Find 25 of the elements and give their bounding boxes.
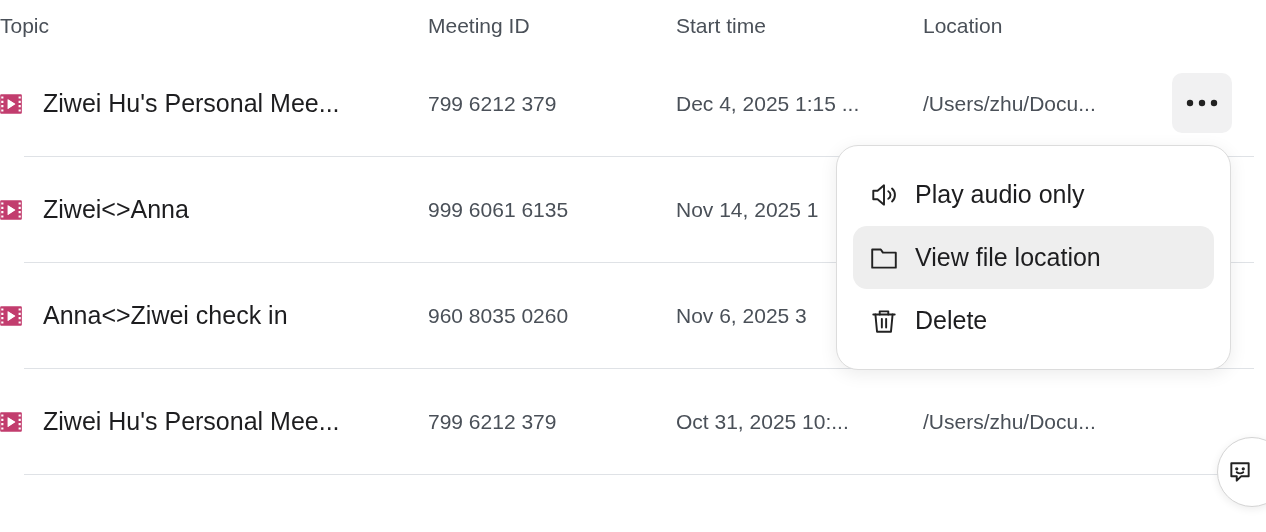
column-header[interactable]: Topic bbox=[0, 13, 428, 38]
meeting-topic: Ziwei Hu's Personal Mee... bbox=[43, 407, 340, 436]
menu-item[interactable]: View file location bbox=[853, 226, 1214, 289]
meeting-id: 799 6212 379 bbox=[428, 91, 557, 116]
file-location: /Users/zhu/Docu... bbox=[923, 409, 1096, 434]
column-header[interactable]: Start time bbox=[676, 13, 923, 38]
meeting-topic: Ziwei<>Anna bbox=[43, 195, 189, 224]
start-time: Nov 6, 2025 3 bbox=[676, 303, 807, 328]
start-time: Dec 4, 2025 1:15 ... bbox=[676, 91, 860, 116]
feedback-button[interactable] bbox=[1217, 437, 1266, 507]
more-button[interactable] bbox=[1172, 73, 1232, 133]
feedback-icon bbox=[1227, 459, 1253, 485]
meeting-id: 799 6212 379 bbox=[428, 409, 557, 434]
column-header[interactable]: Meeting ID bbox=[428, 13, 676, 38]
more-icon bbox=[1186, 99, 1218, 107]
meeting-topic: Ziwei Hu's Personal Mee... bbox=[43, 89, 340, 118]
column-header[interactable]: Location bbox=[923, 13, 1254, 38]
start-time: Nov 14, 2025 1 bbox=[676, 197, 819, 222]
meeting-id: 999 6061 6135 bbox=[428, 197, 569, 222]
menu-item[interactable]: Play audio only bbox=[853, 163, 1214, 226]
start-time: Oct 31, 2025 10:... bbox=[676, 409, 849, 434]
meeting-topic: Anna<>Ziwei check in bbox=[43, 301, 288, 330]
file-location: /Users/zhu/Docu... bbox=[923, 91, 1096, 116]
menu-item[interactable]: Delete bbox=[853, 289, 1214, 352]
meeting-id: 960 8035 0260 bbox=[428, 303, 569, 328]
